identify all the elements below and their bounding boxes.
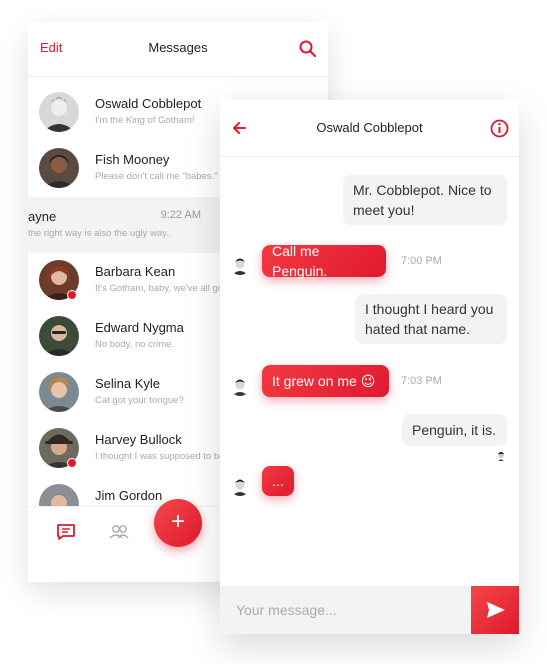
- incoming-message-bubble: Penguin, it is.: [402, 414, 507, 446]
- avatar: [39, 92, 79, 132]
- send-icon: [487, 602, 505, 618]
- chat-header: Oswald Cobblepot: [220, 100, 519, 157]
- search-icon[interactable]: [298, 39, 318, 59]
- conversation-preview: No body, no crime.: [95, 339, 175, 350]
- chat-bubble-icon[interactable]: [56, 523, 76, 541]
- avatar: [39, 316, 79, 356]
- conversation-name: Barbara Kean: [95, 264, 176, 279]
- conversation-name: Fish Mooney: [95, 152, 170, 167]
- conversation-name: Selina Kyle: [95, 376, 161, 391]
- message-input[interactable]: [220, 586, 471, 634]
- conversation-preview: I'm the King of Gotham!: [95, 115, 195, 126]
- conversation-preview: the right way is also the ugly way..: [28, 228, 172, 239]
- page-title: Messages: [148, 40, 208, 55]
- message-timestamp: 7:03 PM: [401, 375, 442, 387]
- incoming-message-bubble: I thought I heard you hated that name.: [355, 294, 507, 344]
- conversation-name: ayne: [28, 209, 57, 224]
- conversation-preview: I thought I was supposed to be: [95, 451, 225, 462]
- conversation-preview: Cat got your tongue?: [95, 395, 184, 406]
- outgoing-message-bubble: Call me Penguin.: [262, 243, 386, 279]
- conversation-preview: Please don't call me "babes.": [95, 171, 218, 182]
- unread-indicator: [67, 458, 77, 468]
- conversation-name: Edward Nygma: [95, 320, 184, 335]
- typing-indicator-bubble: ...: [262, 466, 294, 496]
- avatar: [230, 376, 250, 396]
- avatar: [230, 255, 250, 275]
- avatar: [230, 476, 250, 496]
- avatar: [39, 372, 79, 412]
- message-timestamp: 7:00 PM: [401, 255, 442, 267]
- send-button[interactable]: [471, 586, 519, 634]
- conversation-time: 9:22 AM: [160, 209, 201, 221]
- plus-icon: +: [170, 508, 185, 535]
- outgoing-message-bubble: It grew on me 😉: [262, 365, 389, 397]
- new-message-button[interactable]: +: [154, 499, 202, 547]
- message-composer: [220, 586, 519, 634]
- contacts-icon[interactable]: [108, 523, 130, 541]
- incoming-message-bubble: Mr. Cobblepot. Nice to meet you!: [343, 175, 507, 225]
- chat-title: Oswald Cobblepot: [316, 120, 423, 135]
- read-receipt-avatar: [495, 449, 507, 461]
- chat-screen: Oswald Cobblepot Mr. Cobblepot. Nice to …: [220, 100, 519, 634]
- conversation-name: Oswald Cobblepot: [95, 96, 202, 111]
- unread-indicator: [67, 290, 77, 300]
- conversation-name: Harvey Bullock: [95, 432, 182, 447]
- list-header: Edit Messages: [28, 22, 328, 77]
- conversation-name: Jim Gordon: [95, 488, 163, 503]
- conversation-preview: It's Gotham, baby, we've all go: [95, 283, 224, 294]
- info-icon[interactable]: [490, 119, 509, 138]
- avatar: [39, 148, 79, 188]
